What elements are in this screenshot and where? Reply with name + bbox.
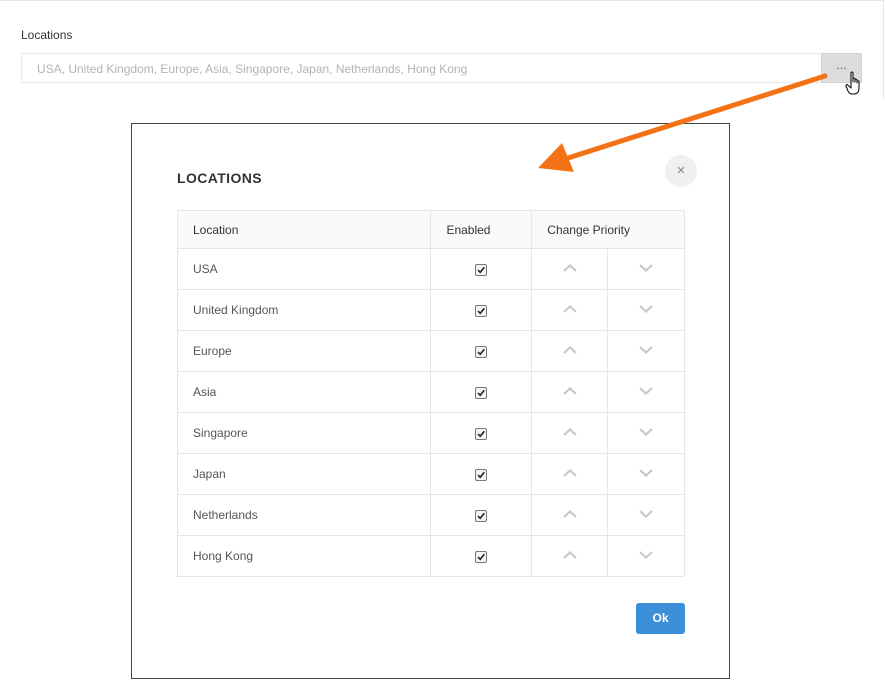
enabled-checkbox[interactable] bbox=[475, 550, 488, 563]
modal-title: LOCATIONS bbox=[177, 170, 263, 186]
locations-modal: LOCATIONS × Location Enabled Change Prio… bbox=[131, 123, 730, 679]
move-down-button[interactable] bbox=[607, 371, 685, 413]
enabled-checkbox[interactable] bbox=[475, 468, 488, 481]
location-name: Hong Kong bbox=[176, 535, 432, 577]
table-row: United Kingdom bbox=[176, 289, 685, 331]
chevron-up-icon bbox=[562, 387, 577, 395]
checkmark-icon bbox=[477, 553, 486, 561]
enabled-checkbox[interactable] bbox=[475, 345, 488, 358]
location-name: Netherlands bbox=[176, 494, 432, 536]
enabled-cell bbox=[430, 412, 533, 454]
chevron-down-icon bbox=[639, 305, 653, 313]
enabled-cell bbox=[430, 371, 533, 413]
location-name: United Kingdom bbox=[176, 289, 432, 331]
move-up-button[interactable] bbox=[531, 453, 609, 495]
locations-table: Location Enabled Change Priority USA Unit… bbox=[176, 210, 685, 577]
checkmark-icon bbox=[477, 266, 486, 274]
move-down-button[interactable] bbox=[607, 248, 685, 290]
chevron-up-icon bbox=[562, 510, 577, 518]
enabled-cell bbox=[430, 535, 533, 577]
table-row: Japan bbox=[176, 453, 685, 495]
table-row: Europe bbox=[176, 330, 685, 372]
chevron-down-icon bbox=[639, 551, 653, 559]
enabled-checkbox[interactable] bbox=[475, 509, 488, 522]
checkmark-icon bbox=[477, 389, 486, 397]
chevron-down-icon bbox=[639, 264, 653, 272]
table-row: USA bbox=[176, 248, 685, 290]
enabled-cell bbox=[430, 330, 533, 372]
chevron-up-icon bbox=[562, 428, 577, 436]
enabled-checkbox[interactable] bbox=[475, 304, 488, 317]
enabled-cell bbox=[430, 289, 533, 331]
close-icon[interactable]: × bbox=[665, 155, 697, 187]
table-row: Hong Kong bbox=[176, 535, 685, 577]
enabled-cell bbox=[430, 453, 533, 495]
chevron-down-icon bbox=[639, 510, 653, 518]
location-name: Singapore bbox=[176, 412, 432, 454]
move-down-button[interactable] bbox=[607, 289, 685, 331]
chevron-down-icon bbox=[639, 346, 653, 354]
chevron-up-icon bbox=[562, 469, 577, 477]
table-row: Asia bbox=[176, 371, 685, 413]
hand-pointer-icon bbox=[845, 71, 860, 95]
location-name: USA bbox=[176, 248, 432, 290]
ok-button[interactable]: Ok bbox=[636, 603, 685, 634]
move-down-button[interactable] bbox=[607, 412, 685, 454]
move-up-button[interactable] bbox=[531, 494, 609, 536]
checkmark-icon bbox=[477, 471, 486, 479]
checkmark-icon bbox=[477, 512, 486, 520]
move-down-button[interactable] bbox=[607, 453, 685, 495]
enabled-cell bbox=[430, 248, 533, 290]
chevron-up-icon bbox=[562, 551, 577, 559]
locations-field-panel: Locations USA, United Kingdom, Europe, A… bbox=[0, 0, 884, 99]
enabled-checkbox[interactable] bbox=[475, 427, 488, 440]
location-name: Asia bbox=[176, 371, 432, 413]
column-header-location: Location bbox=[176, 210, 432, 249]
enabled-checkbox[interactable] bbox=[475, 263, 488, 276]
move-up-button[interactable] bbox=[531, 330, 609, 372]
locations-input[interactable]: USA, United Kingdom, Europe, Asia, Singa… bbox=[21, 53, 821, 83]
chevron-up-icon bbox=[562, 305, 577, 313]
checkmark-icon bbox=[477, 348, 486, 356]
checkmark-icon bbox=[477, 430, 486, 438]
enabled-cell bbox=[430, 494, 533, 536]
chevron-down-icon bbox=[639, 469, 653, 477]
table-row: Netherlands bbox=[176, 494, 685, 536]
column-header-enabled: Enabled bbox=[430, 210, 533, 249]
move-up-button[interactable] bbox=[531, 412, 609, 454]
location-name: Europe bbox=[176, 330, 432, 372]
column-header-change-priority: Change Priority bbox=[531, 210, 685, 249]
move-up-button[interactable] bbox=[531, 248, 609, 290]
locations-label: Locations bbox=[21, 28, 73, 42]
enabled-checkbox[interactable] bbox=[475, 386, 488, 399]
move-up-button[interactable] bbox=[531, 289, 609, 331]
table-header-row: Location Enabled Change Priority bbox=[176, 210, 685, 249]
move-up-button[interactable] bbox=[531, 371, 609, 413]
chevron-down-icon bbox=[639, 387, 653, 395]
checkmark-icon bbox=[477, 307, 486, 315]
chevron-down-icon bbox=[639, 428, 653, 436]
move-down-button[interactable] bbox=[607, 494, 685, 536]
move-down-button[interactable] bbox=[607, 535, 685, 577]
move-down-button[interactable] bbox=[607, 330, 685, 372]
chevron-up-icon bbox=[562, 264, 577, 272]
table-row: Singapore bbox=[176, 412, 685, 454]
location-name: Japan bbox=[176, 453, 432, 495]
move-up-button[interactable] bbox=[531, 535, 609, 577]
chevron-up-icon bbox=[562, 346, 577, 354]
